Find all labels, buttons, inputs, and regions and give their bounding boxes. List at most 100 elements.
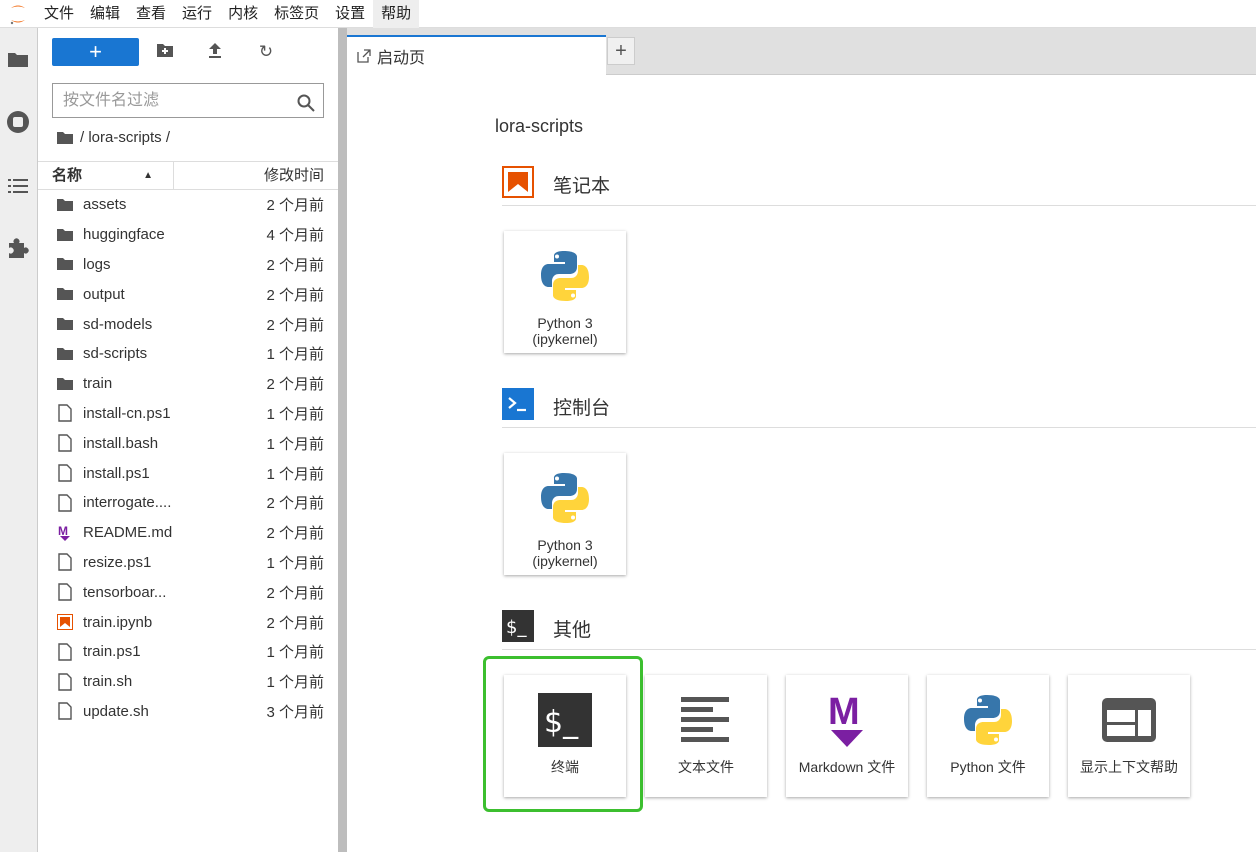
contextual-help-card[interactable]: 显示上下文帮助 [1068, 675, 1190, 797]
notebook-python3-card[interactable]: Python 3 (ipykernel) [504, 231, 626, 353]
file-row[interactable]: assets 2 个月前 [38, 190, 338, 220]
breadcrumb[interactable]: / lora-scripts / [56, 129, 170, 146]
menu-run[interactable]: 运行 [174, 0, 220, 28]
extension-puzzle-icon[interactable] [6, 236, 30, 260]
contextual-help-icon [1098, 689, 1160, 751]
menu-file[interactable]: 文件 [36, 0, 82, 28]
folder-icon[interactable] [6, 47, 30, 71]
folder-icon [56, 345, 74, 363]
tab-launcher[interactable]: 启动页 [347, 35, 606, 75]
file-icon [56, 672, 74, 691]
python-logo-icon [957, 689, 1019, 751]
file-row[interactable]: resize.ps1 1 个月前 [38, 548, 338, 578]
jupyter-logo-icon [0, 0, 36, 28]
column-modified[interactable]: 修改时间 [174, 162, 338, 189]
menu-view[interactable]: 查看 [128, 0, 174, 28]
file-row[interactable]: logs 2 个月前 [38, 250, 338, 280]
file-list-header: 名称 ▲ 修改时间 [38, 161, 338, 190]
breadcrumb-path[interactable]: / lora-scripts / [80, 129, 170, 146]
svg-text:M: M [58, 524, 68, 538]
file-row[interactable]: interrogate.... 2 个月前 [38, 488, 338, 518]
kernel-name: Python 3 [537, 537, 593, 553]
python-logo-icon [534, 467, 596, 529]
file-icon [56, 464, 74, 482]
file-name: logs [83, 255, 111, 273]
section-title: 笔记本 [553, 176, 611, 197]
file-modified: 1 个月前 [266, 435, 324, 453]
terminal-icon: $_ [502, 610, 534, 642]
file-modified: 1 个月前 [266, 674, 324, 692]
tab-bar: 启动页 + [347, 28, 1256, 75]
file-modified: 2 个月前 [266, 376, 324, 394]
upload-icon[interactable] [205, 42, 225, 62]
folder-icon [56, 226, 74, 244]
file-modified: 2 个月前 [266, 286, 324, 304]
refresh-icon[interactable]: ↻ [256, 42, 276, 62]
file-name: huggingface [83, 226, 165, 244]
text-file-card[interactable]: 文本文件 [645, 675, 767, 797]
console-icon [502, 388, 534, 420]
menu-help[interactable]: 帮助 [373, 0, 420, 28]
file-row[interactable]: sd-models 2 个月前 [38, 309, 338, 339]
menu-edit[interactable]: 编辑 [82, 0, 128, 28]
markdown-file-card[interactable]: M Markdown 文件 [786, 675, 908, 797]
section-notebook: 笔记本 [502, 166, 1256, 206]
card-label: 显示上下文帮助 [1080, 759, 1178, 775]
python-logo-icon [534, 245, 596, 307]
file-name: assets [83, 196, 127, 214]
section-title: 其他 [553, 620, 592, 641]
new-launcher-button[interactable]: + [52, 38, 139, 66]
section-title: 控制台 [553, 398, 611, 419]
svg-text:$_: $_ [544, 705, 579, 740]
launcher: lora-scripts 笔记本 Python 3 (ipykernel) 控制… [347, 76, 1256, 852]
file-row[interactable]: install-cn.ps1 1 个月前 [38, 399, 338, 429]
running-stop-icon[interactable] [6, 110, 30, 134]
file-row[interactable]: output 2 个月前 [38, 279, 338, 309]
file-row[interactable]: train.ps1 1 个月前 [38, 637, 338, 667]
menu-tabs[interactable]: 标签页 [266, 0, 327, 28]
table-of-contents-icon[interactable] [6, 174, 30, 198]
column-name[interactable]: 名称 ▲ [38, 162, 174, 189]
new-folder-icon[interactable] [155, 42, 175, 62]
file-icon [56, 583, 74, 601]
add-tab-button[interactable]: + [607, 37, 635, 65]
filter-input[interactable]: 按文件名过滤 [52, 83, 324, 118]
file-modified: 1 个月前 [266, 465, 324, 483]
file-row[interactable]: train.ipynb 2 个月前 [38, 607, 338, 637]
markdown-icon: M [56, 524, 74, 542]
file-modified: 1 个月前 [266, 644, 324, 662]
file-name: README.md [83, 524, 173, 542]
file-row[interactable]: tensorboar... 2 个月前 [38, 577, 338, 607]
file-name: install-cn.ps1 [83, 404, 171, 422]
card-label: 终端 [551, 759, 579, 775]
file-modified: 1 个月前 [266, 346, 324, 364]
menu-settings[interactable]: 设置 [327, 0, 373, 28]
file-row[interactable]: update.sh 3 个月前 [38, 697, 338, 727]
file-row[interactable]: M README.md 2 个月前 [38, 518, 338, 548]
text-file-icon [675, 689, 737, 751]
file-modified: 2 个月前 [266, 495, 324, 513]
console-python3-card[interactable]: Python 3 (ipykernel) [504, 453, 626, 575]
file-row[interactable]: train.sh 1 个月前 [38, 667, 338, 697]
kernel-sub: (ipykernel) [532, 553, 598, 569]
menu-kernel[interactable]: 内核 [220, 0, 266, 28]
file-row[interactable]: install.bash 1 个月前 [38, 428, 338, 458]
file-row[interactable]: train 2 个月前 [38, 369, 338, 399]
kernel-name: Python 3 [537, 315, 593, 331]
file-row[interactable]: sd-scripts 1 个月前 [38, 339, 338, 369]
python-file-card[interactable]: Python 文件 [927, 675, 1049, 797]
folder-icon [57, 131, 73, 144]
file-name: resize.ps1 [83, 553, 152, 571]
card-label: Python 文件 [950, 759, 1026, 775]
file-row[interactable]: install.ps1 1 个月前 [38, 458, 338, 488]
file-icon [56, 702, 74, 721]
terminal-card[interactable]: $_ 终端 [504, 675, 626, 797]
file-modified: 2 个月前 [266, 614, 324, 632]
svg-text:$_: $_ [506, 617, 527, 638]
folder-icon [56, 375, 74, 393]
sort-asc-icon: ▲ [143, 170, 153, 181]
file-name: update.sh [83, 702, 149, 720]
file-row[interactable]: huggingface 4 个月前 [38, 220, 338, 250]
section-other: $_ 其他 [502, 610, 1256, 650]
panel-splitter[interactable] [338, 28, 347, 852]
